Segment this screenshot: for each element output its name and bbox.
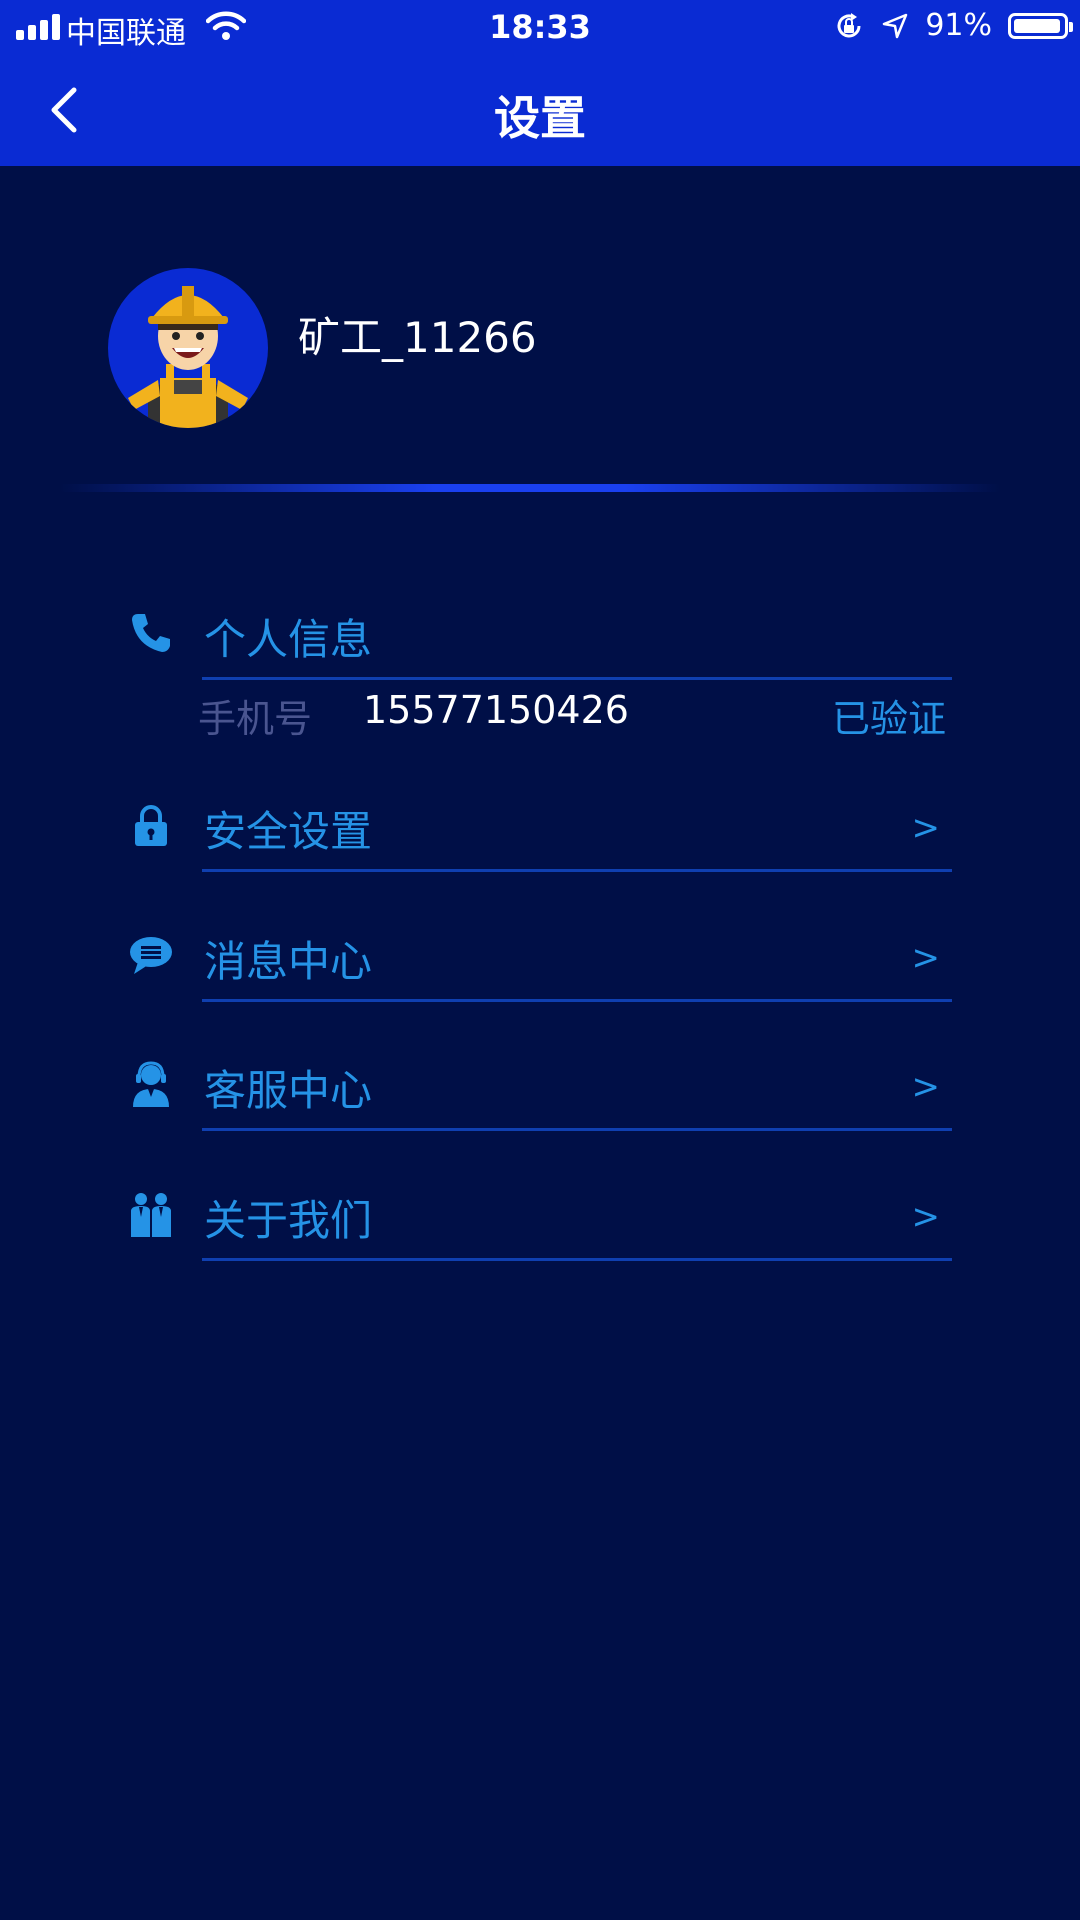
- menu-item-customer-service[interactable]: 客服中心 >: [128, 1051, 952, 1131]
- avatar[interactable]: [108, 268, 268, 428]
- menu-item-messages[interactable]: 消息中心 >: [128, 922, 952, 1002]
- menu-item-label: 关于我们: [204, 1196, 373, 1245]
- row-underline: [202, 677, 952, 680]
- page-title: 设置: [494, 91, 586, 145]
- people-icon: [131, 1193, 171, 1237]
- location-arrow-icon: [883, 13, 908, 38]
- phone-icon: [132, 614, 170, 652]
- row-underline: [202, 1128, 952, 1131]
- lock-icon: [135, 805, 167, 846]
- miner-avatar-icon: [128, 286, 248, 428]
- phone-label: 手机号: [198, 697, 313, 741]
- battery-icon: [1008, 12, 1073, 39]
- menu-item-label: 客服中心: [204, 1066, 373, 1115]
- menu-item-about-us[interactable]: 关于我们 >: [128, 1181, 952, 1261]
- customer-service-icon: [133, 1061, 169, 1107]
- chevron-right-icon: >: [911, 808, 941, 848]
- status-bar: 中国联通 18:33 91%: [0, 0, 1080, 54]
- nav-bar: 设置: [0, 54, 1080, 166]
- row-underline: [202, 999, 952, 1002]
- personal-info-label: 个人信息: [204, 615, 373, 664]
- personal-info-row[interactable]: 个人信息: [128, 600, 952, 680]
- verified-status: 已验证: [831, 697, 946, 741]
- menu-item-label: 安全设置: [204, 807, 373, 856]
- phone-number-row: 手机号 15577150426 已验证: [198, 688, 958, 744]
- battery-percent: 91%: [925, 8, 992, 43]
- chevron-right-icon: >: [911, 1067, 941, 1107]
- chevron-right-icon: >: [911, 1197, 941, 1237]
- username: 矿工_11266: [298, 313, 537, 362]
- chat-bubble-icon: [130, 937, 172, 974]
- phone-value: 15577150426: [363, 688, 629, 732]
- rotation-lock-icon: [837, 12, 861, 37]
- row-underline: [202, 1258, 952, 1261]
- row-underline: [202, 869, 952, 872]
- chevron-right-icon: >: [911, 938, 941, 978]
- menu-item-label: 消息中心: [204, 937, 373, 986]
- top-bar: 中国联通 18:33 91% 设置: [0, 0, 1080, 166]
- menu-item-security[interactable]: 安全设置 >: [128, 792, 952, 872]
- divider: [60, 484, 1000, 492]
